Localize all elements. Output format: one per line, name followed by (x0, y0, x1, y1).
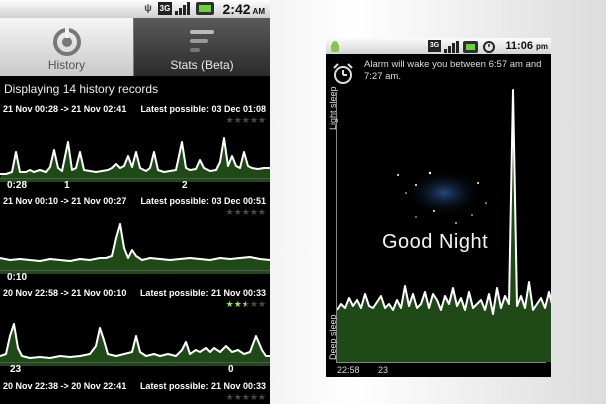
time-tick: 0:28 (7, 180, 28, 191)
history-record[interactable]: 21 Nov 00:28 -> 21 Nov 02:41 Latest poss… (0, 104, 270, 194)
alarm-window-text: Alarm will wake you between 6:57 am and … (364, 59, 542, 82)
time-tick: 22:58 (337, 365, 360, 375)
battery-icon (463, 40, 478, 58)
axis-line (0, 178, 270, 179)
x-axis-line (336, 362, 546, 363)
star-icon: ★ (241, 392, 250, 402)
tab-history[interactable]: History (0, 18, 134, 76)
time-tick: 2 (182, 180, 188, 191)
status-bar: ψ 3G 2:42 AM (0, 0, 270, 18)
status-time: 11:06 pm (505, 40, 548, 52)
tab-stats-label: Stats (Beta) (170, 58, 234, 72)
signal-icon (175, 2, 193, 15)
time-tick: 0:10 (7, 272, 28, 283)
tab-stats[interactable]: Stats (Beta) (134, 18, 270, 76)
right-phone-screen: 3G 11:06 pm Alarm will wake you between … (326, 38, 551, 377)
star-icon: ★ (257, 392, 266, 402)
record-range: 21 Nov 00:28 -> 21 Nov 02:41 (3, 104, 127, 114)
history-icon (52, 28, 81, 56)
network-type-icon: 3G (158, 2, 172, 15)
rating-stars: ★★★★★ (226, 392, 266, 403)
time-tick: 23 (378, 365, 389, 375)
record-range: 20 Nov 22:38 -> 20 Nov 22:41 (3, 381, 127, 391)
history-record[interactable]: 20 Nov 22:38 -> 20 Nov 22:41 Latest poss… (0, 381, 270, 404)
left-phone-screen: ψ 3G 2:42 AM History Stats (Beta) Displa… (0, 0, 270, 404)
axis-line (0, 362, 270, 363)
network-type-icon: 3G (428, 40, 441, 52)
time-tick: 1 (64, 180, 70, 191)
sleep-graph (0, 323, 270, 366)
signal-icon (444, 40, 459, 58)
usb-icon: ψ (144, 3, 152, 14)
records-count-text: Displaying 14 history records (4, 82, 159, 96)
star-icon: ★ (225, 392, 234, 402)
tab-bar: History Stats (Beta) (0, 18, 270, 76)
stats-icon (190, 30, 214, 52)
battery-icon (196, 2, 214, 15)
star-icon: ★ (233, 392, 242, 402)
sleep-graph (0, 223, 270, 274)
status-bar: 3G 11:06 pm (326, 38, 551, 54)
history-record[interactable]: 20 Nov 22:58 -> 21 Nov 00:10 Latest poss… (0, 288, 270, 380)
record-range: 20 Nov 22:58 -> 21 Nov 00:10 (3, 288, 127, 298)
record-range: 21 Nov 00:10 -> 21 Nov 00:27 (3, 196, 127, 206)
record-latest: Latest possible: 21 Nov 00:33 (139, 381, 266, 391)
alarm-status-icon (482, 39, 496, 58)
axis-line (0, 270, 270, 271)
android-icon (329, 40, 341, 58)
time-tick: 0 (228, 364, 234, 375)
record-latest: Latest possible: 03 Dec 01:08 (140, 104, 266, 114)
tab-history-label: History (47, 58, 86, 72)
history-record[interactable]: 21 Nov 00:10 -> 21 Nov 00:27 Latest poss… (0, 196, 270, 286)
record-latest: Latest possible: 21 Nov 00:33 (139, 288, 266, 298)
sleep-graph (0, 137, 270, 182)
time-tick: 23 (10, 364, 22, 375)
star-icon: ★ (249, 392, 258, 402)
sleep-graph-live (337, 89, 551, 362)
record-latest: Latest possible: 03 Dec 00:51 (140, 196, 266, 206)
